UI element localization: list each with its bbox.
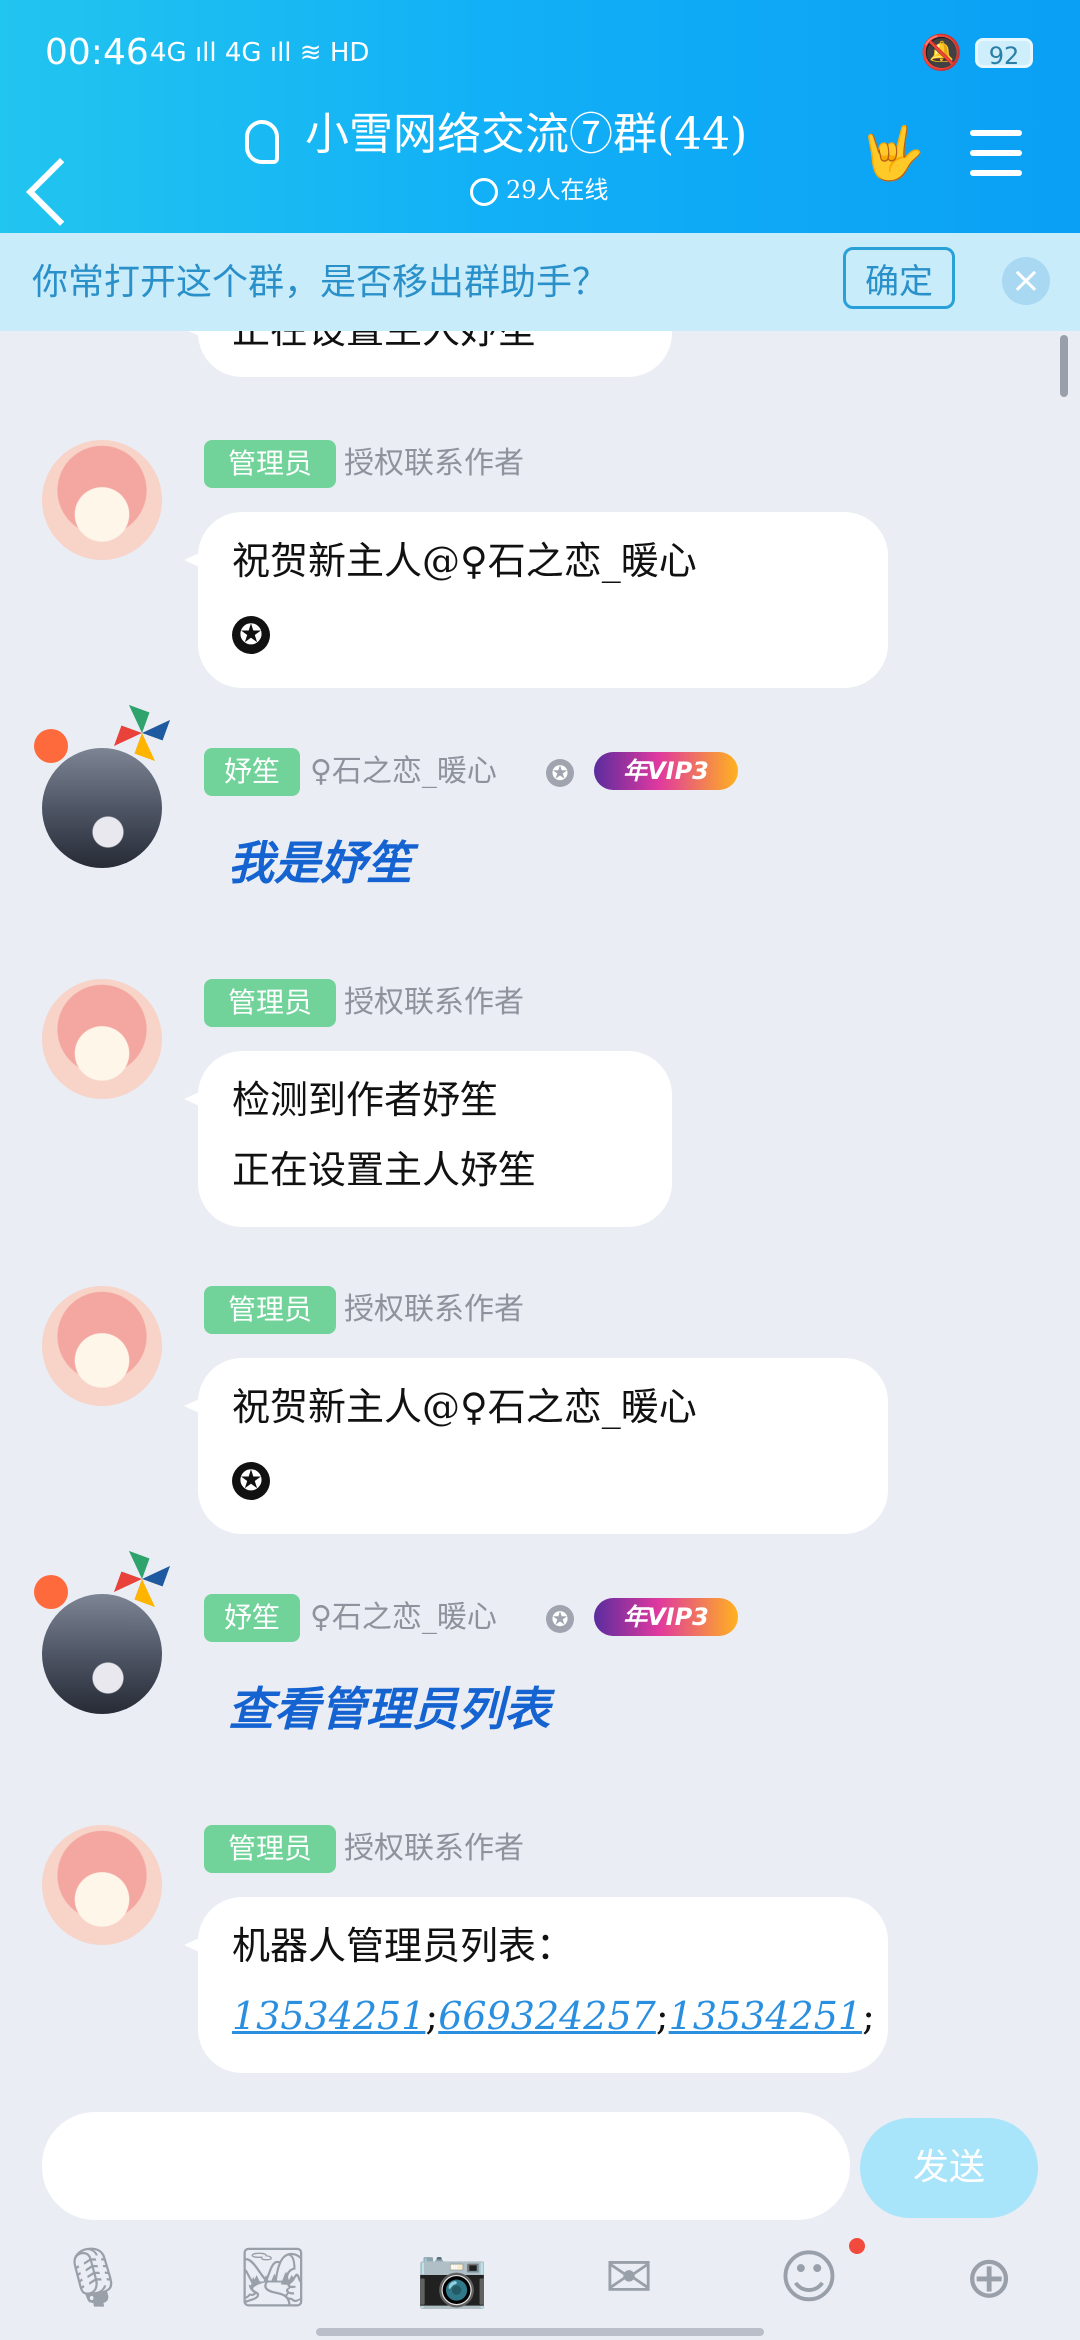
message-bubble[interactable]: 机器人管理员列表： 13534251;669324257;13534251; <box>184 1897 888 2073</box>
user-avatar[interactable] <box>42 1594 162 1714</box>
group-assistant-notice: 你常打开这个群，是否移出群助手？ 确定 × <box>0 233 1080 331</box>
menu-icon[interactable] <box>970 130 1022 178</box>
member-title-badge: 妤笙 <box>204 748 300 796</box>
input-bar: 发送 🎙 🏞 📷 ✉ ☺ ⊕ <box>0 2106 1080 2340</box>
plus-icon[interactable]: ⊕ <box>956 2244 1022 2310</box>
admin-avatar[interactable] <box>42 1825 162 1945</box>
message-text[interactable]: 查看管理员列表 <box>228 1677 550 1741</box>
sender-name[interactable]: ♀石之恋_暖心 <box>310 1594 497 1642</box>
network-status: 4G ıll 4G ıll ≋ HD <box>150 38 370 68</box>
admin-id-link[interactable]: 13534251 <box>232 1994 425 2038</box>
home-indicator[interactable] <box>316 2328 764 2336</box>
red-packet-icon[interactable]: ✉ <box>596 2244 662 2310</box>
admin-avatar[interactable] <box>42 440 162 560</box>
avatar-flower-deco <box>34 1575 68 1609</box>
sender-name[interactable]: 授权联系作者 <box>344 1286 524 1334</box>
sender-name[interactable]: 授权联系作者 <box>344 1825 524 1873</box>
admin-badge: 管理员 <box>204 1825 336 1873</box>
online-check-icon <box>470 177 498 206</box>
sender-name[interactable]: ♀石之恋_暖心 <box>310 748 497 796</box>
online-count: 29人在线 <box>470 172 609 208</box>
sender-name[interactable]: 授权联系作者 <box>344 440 524 488</box>
notice-text: 你常打开这个群，是否移出群助手？ <box>32 262 609 303</box>
microphone-icon[interactable]: 🎙 <box>56 2244 130 2310</box>
admin-badge: 管理员 <box>204 979 336 1027</box>
member-title-badge: 妤笙 <box>204 1594 300 1642</box>
admin-id-link[interactable]: 669324257 <box>438 1994 656 2038</box>
level-icon: ✪ <box>546 1605 574 1633</box>
camera-icon[interactable]: 📷 <box>416 2244 488 2310</box>
message-bubble-partial: 正在设置主人妤笙 <box>184 331 672 377</box>
header-bar: 00:46 4G ıll 4G ıll ≋ HD 🔕 92 小雪网络交流⑦群(4… <box>0 0 1080 233</box>
chat-area: 正在设置主人妤笙 管理员 授权联系作者 祝贺新主人@♀石之恋_暖心 ✪ 妤笙 ♀… <box>0 331 1080 2106</box>
level-star-icon: ✪ <box>232 1461 270 1500</box>
status-time: 00:46 <box>45 32 149 73</box>
image-icon[interactable]: 🏞 <box>236 2244 310 2310</box>
admin-avatar[interactable] <box>42 979 162 1099</box>
message-bubble[interactable]: 检测到作者妤笙 正在设置主人妤笙 <box>184 1051 672 1227</box>
close-icon[interactable]: × <box>1002 257 1050 305</box>
group-title: 小雪网络交流⑦群(44) <box>305 109 748 160</box>
admin-id-link[interactable]: 13534251 <box>669 1994 862 2038</box>
battery-indicator: 92 <box>975 38 1033 70</box>
emoji-icon[interactable]: ☺ <box>776 2244 842 2310</box>
silent-icon: 🔕 <box>920 33 963 73</box>
send-button[interactable]: 发送 <box>860 2118 1038 2218</box>
user-avatar[interactable] <box>42 748 162 868</box>
confirm-button[interactable]: 确定 <box>843 247 955 309</box>
notification-dot <box>849 2238 865 2254</box>
vip-badge: 年VIP3 <box>594 1598 738 1636</box>
admin-badge: 管理员 <box>204 440 336 488</box>
hand-gesture-icon[interactable]: 🤟 <box>860 125 925 183</box>
back-arrow-icon[interactable] <box>26 158 94 226</box>
avatar-flower-deco <box>34 729 68 763</box>
admin-badge: 管理员 <box>204 1286 336 1334</box>
level-star-icon: ✪ <box>232 615 270 654</box>
message-text[interactable]: 我是妤笙 <box>228 831 412 895</box>
message-input[interactable] <box>42 2112 850 2220</box>
vip-badge: 年VIP3 <box>594 752 738 790</box>
message-bubble[interactable]: 祝贺新主人@♀石之恋_暖心 ✪ <box>184 512 888 688</box>
level-icon: ✪ <box>546 759 574 787</box>
admin-avatar[interactable] <box>42 1286 162 1406</box>
message-bubble[interactable]: 祝贺新主人@♀石之恋_暖心 ✪ <box>184 1358 888 1534</box>
sender-name[interactable]: 授权联系作者 <box>344 979 524 1027</box>
admin-id-list: 13534251;669324257;13534251; <box>232 1994 875 2038</box>
